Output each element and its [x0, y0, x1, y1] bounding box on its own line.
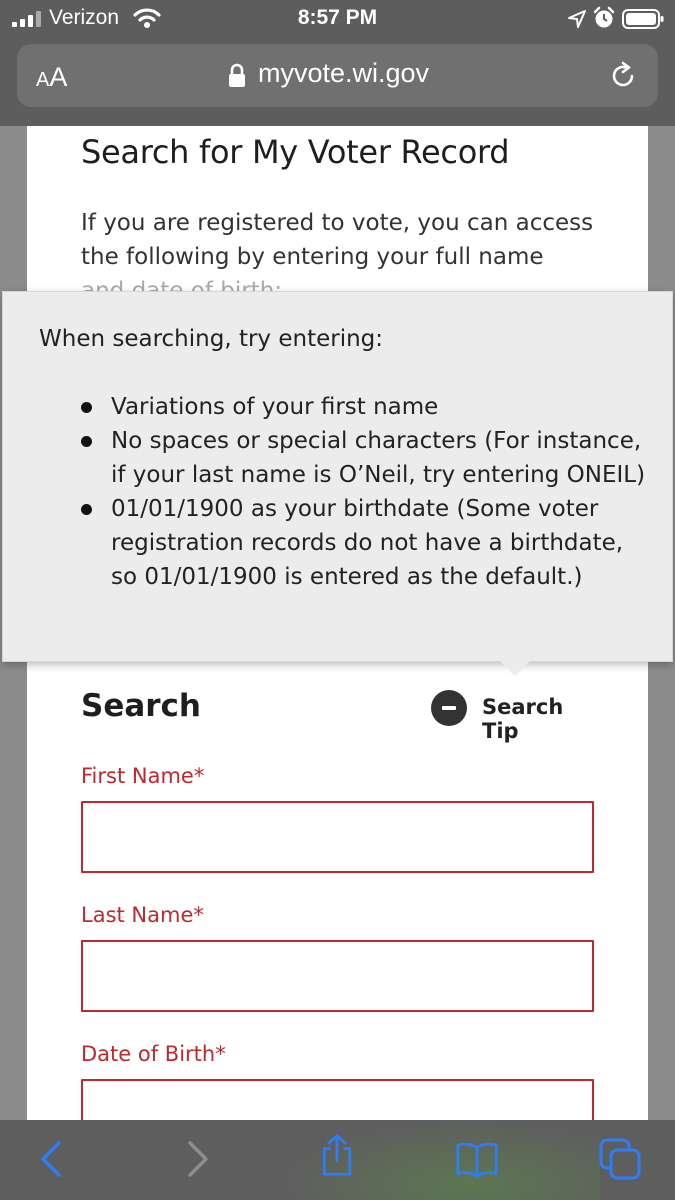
bullet-icon — [81, 504, 92, 515]
tip-heading: When searching, try entering: — [39, 326, 384, 352]
share-icon[interactable] — [315, 1133, 359, 1177]
list-item: 01/01/1900 as your birthdate (Some voter… — [81, 492, 651, 594]
search-tip-toggle[interactable]: Search Tip — [431, 690, 601, 743]
tip-list: Variations of your first name No spaces … — [81, 390, 651, 594]
search-tip-popover: When searching, try entering: Variations… — [2, 291, 673, 662]
text-size-big: A — [49, 62, 68, 92]
first-name-input[interactable] — [81, 801, 594, 873]
bullet-icon — [81, 436, 92, 447]
address-bar[interactable]: AA myvote.wi.gov — [17, 44, 658, 107]
alarm-icon — [593, 6, 615, 28]
search-heading: Search — [81, 688, 202, 724]
intro-text-cut: and date of birth: — [81, 278, 283, 291]
search-tip-label[interactable]: Search Tip — [482, 695, 601, 743]
bullet-icon — [81, 402, 92, 413]
popover-arrow — [499, 660, 531, 676]
text-size-button[interactable]: AA — [36, 62, 67, 93]
bookmarks-icon[interactable] — [455, 1137, 499, 1181]
minus-circle-icon[interactable] — [431, 690, 467, 726]
tip-text: 01/01/1900 as your birthdate (Some voter… — [111, 496, 624, 590]
forward-icon[interactable] — [176, 1137, 220, 1181]
reload-icon[interactable] — [608, 61, 638, 91]
url-text: myvote.wi.gov — [258, 58, 430, 88]
browser-chrome: Verizon 8:57 PM AA myvote.wi.gov — [0, 0, 675, 126]
tip-text: No spaces or special characters (For ins… — [111, 428, 646, 488]
lock-icon — [229, 63, 245, 87]
page-title: Search for My Voter Record — [81, 133, 510, 171]
status-bar: Verizon 8:57 PM — [0, 0, 675, 38]
intro-text: If you are registered to vote, you can a… — [81, 210, 594, 270]
tabs-icon[interactable] — [598, 1137, 642, 1181]
text-size-small: A — [36, 69, 50, 91]
tip-text: Variations of your first name — [111, 394, 439, 420]
first-name-label: First Name* — [81, 764, 205, 788]
back-icon[interactable] — [31, 1137, 75, 1181]
location-icon — [568, 10, 586, 28]
dob-label: Date of Birth* — [81, 1042, 226, 1066]
last-name-input[interactable] — [81, 940, 594, 1012]
list-item: Variations of your first name — [81, 390, 651, 424]
battery-icon — [622, 9, 664, 29]
list-item: No spaces or special characters (For ins… — [81, 424, 651, 492]
last-name-label: Last Name* — [81, 903, 204, 927]
